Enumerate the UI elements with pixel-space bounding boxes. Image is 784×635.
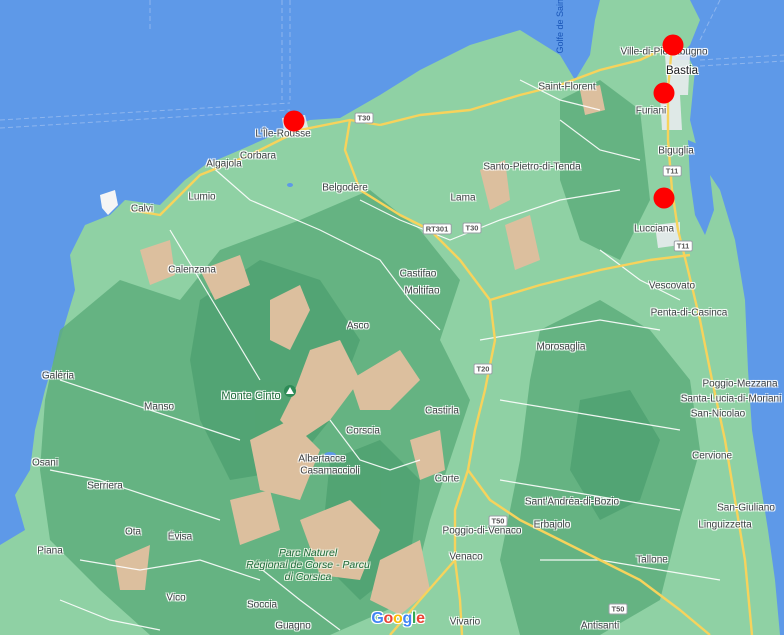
place-label-calenzana: Calenzana — [168, 264, 216, 276]
map-marker[interactable] — [283, 110, 305, 132]
place-label-venaco: Venaco — [449, 551, 483, 563]
gulf-label: Golfe de Saint — [555, 0, 565, 54]
road-shield-t11: T11 — [673, 240, 693, 252]
road-shield-t50: T50 — [488, 515, 508, 527]
place-label-monte-cinto: Monte Cinto — [221, 390, 281, 402]
place-label-piana: Piana — [37, 545, 63, 557]
place-label-guagno: Guagno — [275, 620, 311, 632]
place-label-corbara: Corbara — [239, 150, 277, 162]
place-label-penta-di-casinca: Penta-di-Casinca — [650, 307, 728, 319]
logo-letter: g — [402, 610, 412, 627]
place-label-moltifao: Moltifao — [404, 285, 440, 297]
map-marker[interactable] — [653, 82, 675, 104]
place-label-morosaglia: Morosaglia — [536, 341, 586, 353]
place-label-antisanti: Antisanti — [580, 620, 620, 632]
place-label-tallone: Tallone — [636, 554, 668, 566]
place-label-vescovato: Vescovato — [648, 280, 696, 292]
place-label-bastia: Bastia — [666, 65, 698, 77]
road-shield-t11: T11 — [662, 165, 682, 177]
place-label-castifao: Castifao — [399, 268, 437, 280]
place-label-galeria: Galéria — [41, 370, 75, 382]
place-label-soccia: Soccia — [246, 599, 278, 611]
place-label-santo-pietro-di-tenda: Santo-Pietro-di-Tenda — [483, 161, 581, 173]
road-shield-rt301: RT301 — [422, 223, 452, 235]
place-label-poggio-di-venaco: Poggio-di-Venaco — [442, 525, 522, 537]
map-marker[interactable] — [653, 187, 675, 209]
place-label-manso: Manso — [143, 401, 175, 413]
map-marker[interactable] — [662, 34, 684, 56]
park-label-line-3: di Corsica — [284, 571, 332, 583]
park-label: Parc Naturel Régional de Corse - Parcu d… — [246, 547, 370, 583]
place-label-evisa: Évisa — [167, 531, 193, 543]
place-label-lucciana: Lucciana — [633, 223, 675, 235]
place-label-poggio-mezzana: Poggio-Mezzana — [702, 378, 778, 390]
road-shield-t30: T30 — [462, 222, 482, 234]
place-label-cervione: Cervione — [691, 450, 733, 462]
logo-letter: o — [392, 610, 403, 627]
place-label-serriera: Serriera — [87, 480, 123, 492]
place-label-belgodere: Belgodère — [322, 182, 368, 194]
place-label-calvi: Calvi — [130, 203, 154, 215]
place-label-erbajolo: Erbajolo — [533, 519, 571, 531]
road-shield-t30: T30 — [354, 112, 374, 124]
place-label-asco: Asco — [346, 320, 370, 332]
place-label-algajola: Algajola — [206, 158, 242, 170]
place-label-san-giuliano: San-Giuliano — [717, 502, 775, 514]
place-label-corte: Corte — [434, 473, 460, 485]
google-logo: Google — [371, 610, 425, 628]
place-label-biguglia: Biguglia — [658, 145, 694, 157]
place-label-santa-lucia-di-moriani: Santa-Lucia-di-Moriani — [680, 393, 782, 405]
place-label-lile-rousse: L'Île-Rousse — [255, 128, 311, 140]
place-label-furiani: Furiani — [635, 105, 667, 117]
place-label-albertacce: Albertacce — [298, 453, 346, 465]
logo-letter: G — [371, 610, 384, 627]
park-label-line-1: Parc Naturel — [278, 547, 338, 559]
place-label-lama: Lama — [450, 192, 476, 204]
park-label-line-2: Régional de Corse - Parcu — [246, 559, 370, 571]
place-label-vico: Vico — [166, 592, 186, 604]
place-label-lumio: Lumio — [188, 191, 216, 203]
map-canvas[interactable]: Bastia Ville-di-Pietrabugno Saint-Floren… — [0, 0, 784, 635]
road-shield-t20: T20 — [473, 363, 493, 375]
place-label-vivario: Vivario — [449, 616, 481, 628]
place-label-ota: Ota — [124, 526, 142, 538]
mountain-peak-icon[interactable] — [284, 385, 296, 397]
place-label-linguizzetta: Linguizzetta — [698, 519, 752, 531]
logo-letter: o — [383, 610, 393, 627]
place-label-san-nicolao: San-Nicolao — [690, 408, 746, 420]
place-label-osani: Osani — [31, 457, 59, 469]
place-label-corscia: Corscia — [346, 425, 380, 437]
place-label-sant-andrea-di-bozio: Sant'Andréa-di-Bozio — [524, 496, 620, 508]
logo-letter: e — [416, 610, 425, 627]
place-label-saint-florent: Saint-Florent — [538, 81, 596, 93]
place-label-castirla: Castirla — [425, 405, 459, 417]
place-label-casamaccioli: Casamaccioli — [300, 465, 360, 477]
road-shield-t50: T50 — [608, 603, 628, 615]
